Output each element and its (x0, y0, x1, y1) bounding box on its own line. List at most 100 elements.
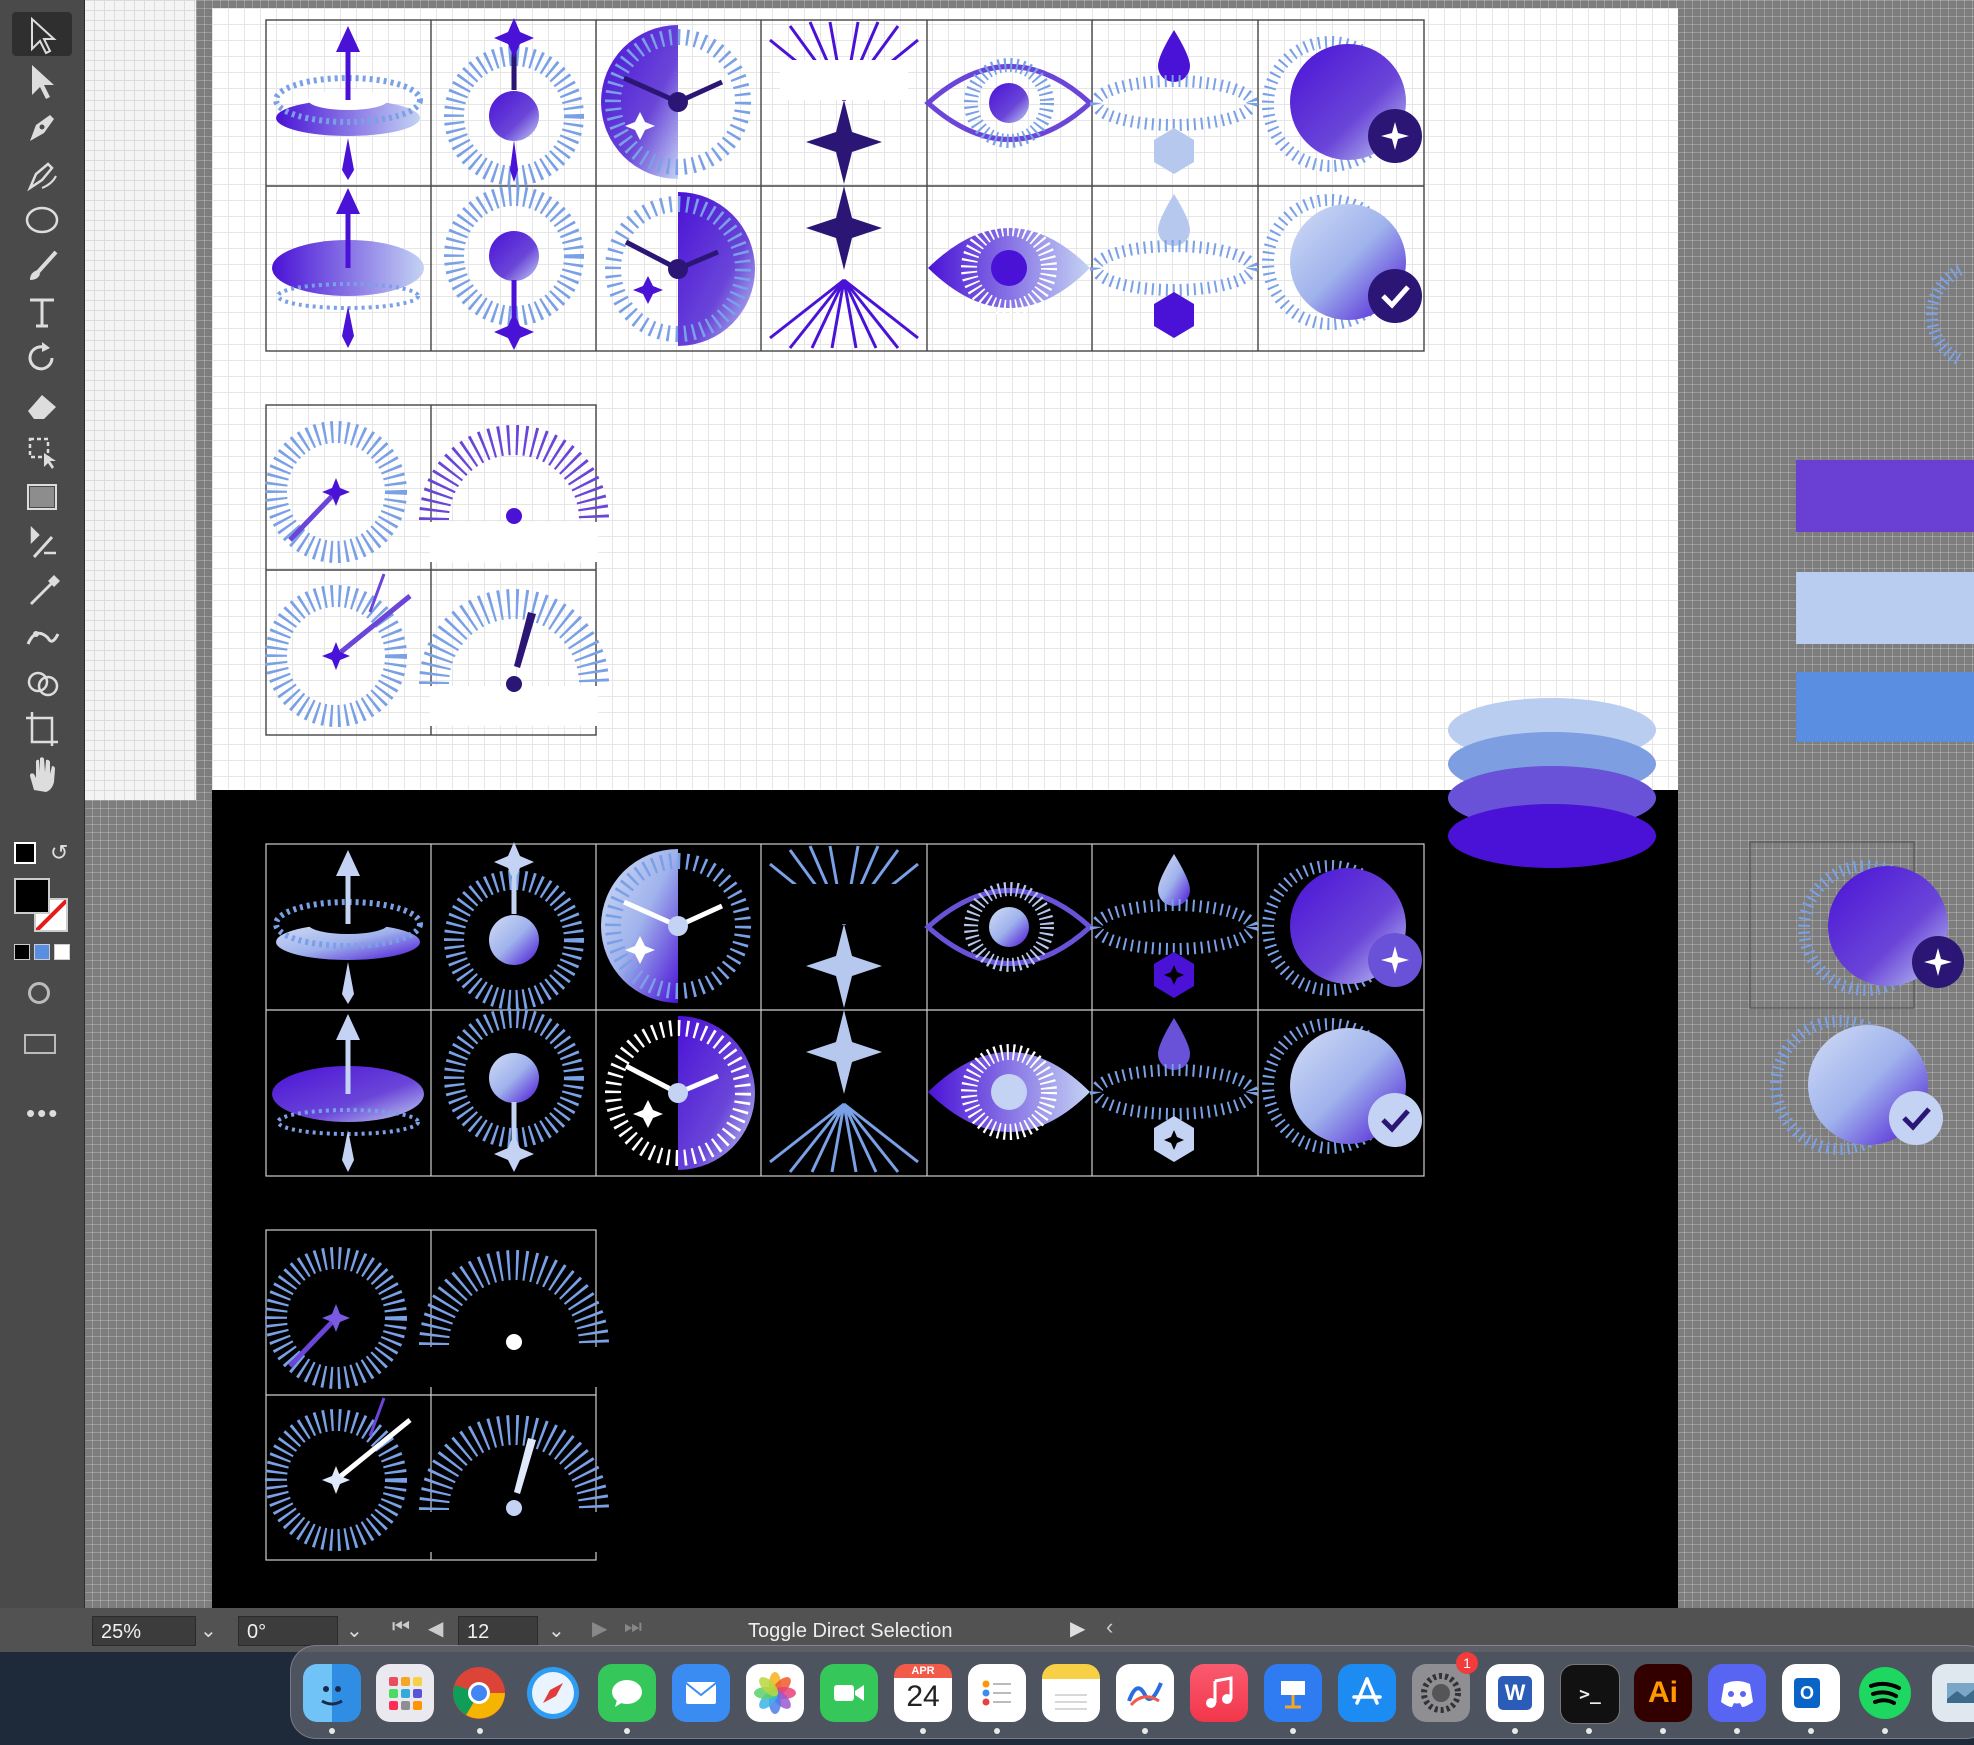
circle-plus-dark-icon (1262, 860, 1422, 996)
sparkle-rays-dark-icon (769, 845, 919, 1008)
circle-check-icon (1262, 194, 1422, 330)
fill-swatch[interactable] (14, 878, 50, 914)
clock-half-icon (601, 25, 751, 179)
rotation-dropdown-chevron-icon[interactable]: ⌄ (346, 1618, 363, 1643)
last-artboard-icon[interactable]: ⏭ (624, 1616, 642, 1639)
outlook-running-dot (1808, 1728, 1814, 1734)
swatch-violet (1796, 460, 1974, 532)
circle-check-dark-icon (1262, 1018, 1422, 1154)
calendar-running-dot (920, 1728, 926, 1734)
type-icon (30, 298, 54, 328)
finder-icon[interactable] (303, 1664, 361, 1722)
sunburst-star-down-dark-icon (444, 1008, 584, 1172)
screen-mode-icon[interactable] (24, 1034, 56, 1054)
sparkle-rays-down-icon (769, 186, 919, 349)
safari-icon[interactable] (524, 1664, 582, 1722)
gradient-tool[interactable] (10, 474, 74, 520)
music-icon[interactable] (1190, 1664, 1248, 1722)
color-mode-buttons[interactable] (14, 944, 70, 960)
discord-icon[interactable] (1708, 1664, 1766, 1722)
rotate-icon (28, 342, 54, 371)
artboard-icon (26, 712, 58, 746)
stacked-ellipses-graphic (1448, 698, 1656, 868)
type-tool[interactable] (10, 289, 74, 335)
selection-tool[interactable] (10, 12, 74, 58)
direct-selection-tool[interactable] (10, 58, 74, 104)
sparkle-rays-down-dark-icon (769, 1010, 919, 1173)
draw-mode-icon[interactable] (28, 982, 50, 1004)
messages-icon[interactable] (598, 1664, 656, 1722)
reminders-icon[interactable] (968, 1664, 1026, 1722)
mail-icon[interactable] (672, 1664, 730, 1722)
eyedropper-icon (30, 575, 60, 606)
illustrator-icon[interactable]: Ai (1634, 1664, 1692, 1722)
outlook-label: O (1794, 1678, 1820, 1708)
drop-hexagon-dark-icon (1090, 854, 1258, 998)
preview-icon[interactable] (1932, 1664, 1974, 1722)
direct-selection-icon (32, 65, 54, 100)
launchpad-icon[interactable] (376, 1664, 434, 1722)
artwork-canvas[interactable] (0, 0, 1974, 1608)
pen-tool[interactable] (10, 104, 74, 150)
drop-hexagon-icon (1090, 30, 1258, 174)
puppet-warp-tool[interactable] (10, 613, 74, 659)
selection-arrow-icon (31, 16, 57, 55)
terminal-icon[interactable]: >_ (1560, 1664, 1620, 1724)
drop-hexagon-light-dark-icon (1090, 1018, 1258, 1162)
artboard-number-field[interactable]: 12 (458, 1616, 538, 1646)
pen-icon (30, 115, 54, 142)
freeform-icon[interactable] (1116, 1664, 1174, 1722)
shape-builder-tool[interactable] (10, 659, 74, 705)
sunburst-star-dark-icon (444, 842, 584, 1010)
shape-builder-icon (27, 671, 59, 697)
hand-icon (30, 757, 55, 793)
more-tools-icon[interactable]: ••• (26, 1098, 59, 1129)
settings-badge: 1 (1456, 1652, 1478, 1674)
photos-icon[interactable] (746, 1664, 804, 1722)
app-store-icon[interactable] (1338, 1664, 1396, 1722)
next-artboard-icon[interactable]: ▶ (592, 1616, 607, 1641)
freeform-running-dot (1142, 1728, 1148, 1734)
partial-sunburst-graphic (1925, 264, 1963, 366)
ellipse-icon (25, 206, 59, 234)
sunburst-needle-icon (265, 421, 407, 563)
rotation-field[interactable]: 0° (238, 1616, 338, 1646)
spotify-running-dot (1882, 1728, 1888, 1734)
notes-icon[interactable] (1042, 1664, 1100, 1722)
rotate-tool[interactable] (10, 335, 74, 381)
ellipse-tool[interactable] (10, 197, 74, 243)
first-artboard-icon[interactable]: ⏮ (392, 1616, 410, 1639)
keynote-icon[interactable] (1264, 1664, 1322, 1722)
status-menu-arrow-icon[interactable]: ▶ (1070, 1616, 1085, 1641)
previous-artboard-icon[interactable]: ◀ (428, 1616, 443, 1641)
hand-tool[interactable] (10, 751, 74, 797)
artboard-tool[interactable] (10, 705, 74, 751)
artboard-dropdown-chevron-icon[interactable]: ⌄ (548, 1618, 565, 1643)
calendar-icon[interactable]: APR 24 (894, 1664, 952, 1722)
free-transform-tool[interactable] (10, 428, 74, 474)
keynote-running-dot (1290, 1728, 1296, 1734)
chrome-icon[interactable] (450, 1664, 508, 1722)
illustrator-window: ↺ ••• 25% ⌄ 0° ⌄ ⏮ ◀ 12 ⌄ ▶ ⏭ Toggle Dir… (0, 0, 1974, 1745)
blend-tool[interactable] (10, 520, 74, 566)
word-icon[interactable]: W (1486, 1664, 1544, 1722)
paintbrush-tool[interactable] (10, 243, 74, 289)
eraser-tool[interactable] (10, 382, 74, 428)
reminders-running-dot (994, 1728, 1000, 1734)
facetime-icon[interactable] (820, 1664, 878, 1722)
zoom-dropdown-chevron-icon[interactable]: ⌄ (200, 1618, 217, 1643)
eyedropper-tool[interactable] (10, 566, 74, 612)
finder-running-dot (329, 1728, 335, 1734)
curvature-tool[interactable] (10, 151, 74, 197)
spotify-icon[interactable] (1856, 1664, 1914, 1722)
swap-colors-icon[interactable]: ↺ (50, 840, 68, 866)
zoom-field[interactable]: 25% (92, 1616, 196, 1646)
sunburst-needle-outward-dark-icon (265, 1397, 412, 1551)
eye-outline-dark-icon (924, 882, 1094, 972)
default-colors-icon[interactable] (14, 842, 36, 864)
calendar-month: APR (894, 1664, 952, 1678)
outlook-icon[interactable]: O (1782, 1664, 1840, 1722)
half-sunburst-dot-icon (419, 425, 609, 562)
pasteboard-circle-check-icon (1770, 1015, 1943, 1155)
scroll-left-icon[interactable]: ‹ (1106, 1614, 1113, 1640)
